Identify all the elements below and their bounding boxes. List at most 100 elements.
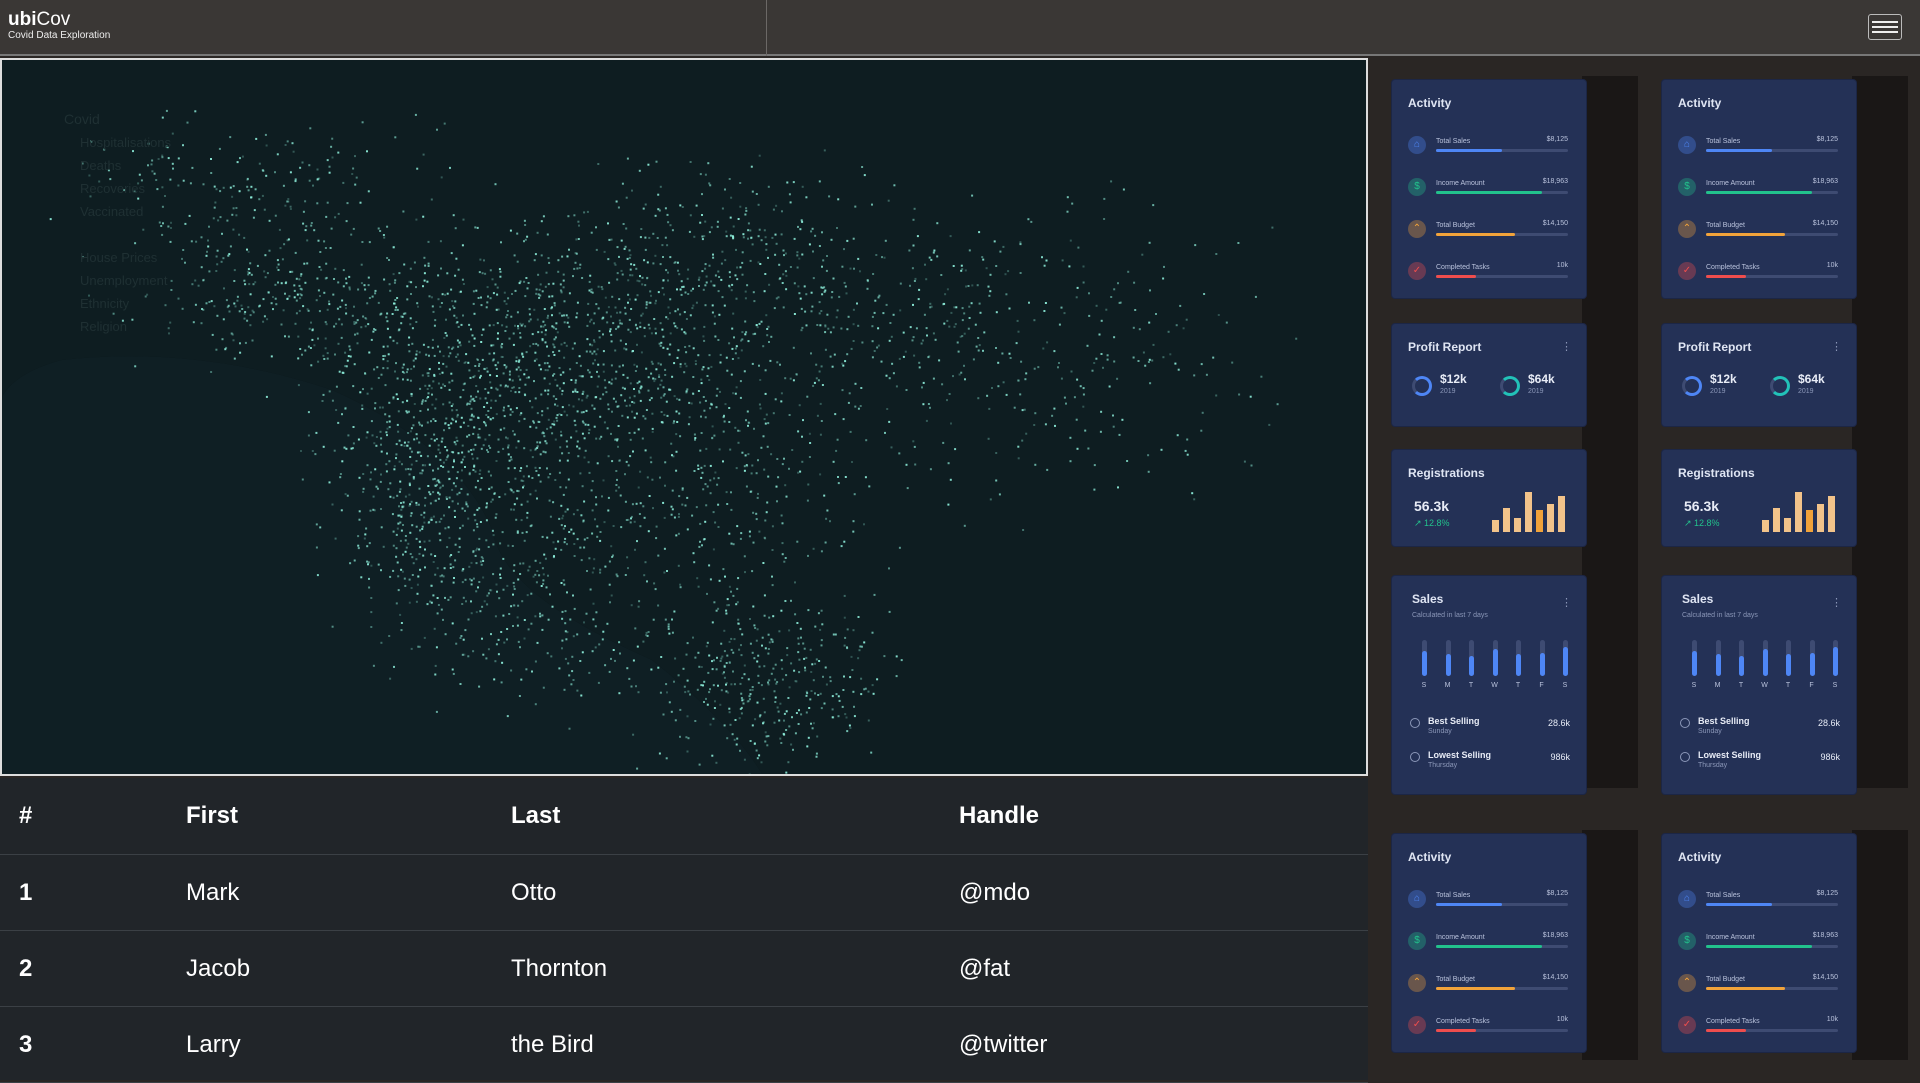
sales-day-label: F bbox=[1809, 682, 1814, 689]
profit-year: 2019 bbox=[1710, 388, 1726, 395]
activity-card: Activity ⌂ Total Sales $8,125 $ Income Amount… bbox=[1392, 834, 1586, 1052]
activity-card: Activity ⌂ Total Sales $8,125 $ Income Amount… bbox=[1392, 80, 1586, 298]
profit-year: 2019 bbox=[1798, 388, 1814, 395]
profit-item: $64k 2019 bbox=[1500, 372, 1580, 400]
map-canvas[interactable] bbox=[2, 60, 1366, 774]
sales-day-label: F bbox=[1539, 682, 1544, 689]
sales-bar-fill bbox=[1786, 654, 1791, 676]
activity-label: Total Budget bbox=[1706, 976, 1745, 983]
sales-bar bbox=[1786, 640, 1791, 676]
table-cell: @mdo bbox=[959, 878, 1031, 906]
progress-track bbox=[1706, 191, 1838, 194]
dashboard-column: Activity ⌂ Total Sales $8,125 $ Income Amount… bbox=[1372, 812, 1642, 1080]
progress-track bbox=[1706, 987, 1838, 990]
table-cell: Mark bbox=[186, 878, 240, 906]
progress-fill bbox=[1706, 149, 1772, 152]
sales-bar-fill bbox=[1833, 647, 1838, 676]
layer-item[interactable]: Religion bbox=[50, 315, 171, 338]
profit-report-card: Profit Report ⋮ $12k 2019 $64k 2019 bbox=[1392, 324, 1586, 426]
activity-value: $14,150 bbox=[1542, 220, 1568, 227]
registrations-bar bbox=[1828, 496, 1835, 532]
target-icon bbox=[1410, 718, 1420, 728]
activity-value: $18,963 bbox=[1542, 932, 1568, 939]
sales-summary-sub: Thursday bbox=[1698, 762, 1728, 769]
registrations-value: 56.3k bbox=[1684, 498, 1720, 514]
table-row: 3 Larry the Bird @twitter bbox=[0, 1007, 1368, 1083]
profit-year: 2019 bbox=[1440, 388, 1456, 395]
sales-bar bbox=[1833, 640, 1838, 676]
sales-bar bbox=[1715, 640, 1721, 676]
layer-item[interactable]: Deaths bbox=[50, 154, 171, 177]
card-title: Sales bbox=[1412, 592, 1444, 606]
progress-fill bbox=[1706, 191, 1812, 194]
activity-row: ⌂ Total Sales $8,125 bbox=[1678, 890, 1838, 920]
activity-row: $ Income Amount $18,963 bbox=[1408, 932, 1568, 962]
sales-bar bbox=[1809, 640, 1815, 676]
activity-row: ⌃ Total Budget $14,150 bbox=[1678, 974, 1838, 1004]
activity-row: ⌂ Total Sales $8,125 bbox=[1408, 890, 1568, 920]
trend-icon: ⌃ bbox=[1408, 974, 1426, 992]
dashboard-column: Activity ⌂ Total Sales $8,125 $ Income Amount… bbox=[1642, 812, 1912, 1080]
profit-item: $64k 2019 bbox=[1770, 372, 1850, 400]
sales-bar-fill bbox=[1715, 654, 1721, 676]
card-title: Registrations bbox=[1408, 466, 1485, 480]
activity-value: $18,963 bbox=[1812, 178, 1838, 185]
registrations-bar bbox=[1492, 520, 1499, 532]
trend-icon: ⌃ bbox=[1678, 220, 1696, 238]
more-icon[interactable]: ⋮ bbox=[1831, 596, 1842, 609]
progress-fill bbox=[1706, 903, 1772, 906]
progress-fill bbox=[1706, 233, 1786, 236]
activity-label: Total Budget bbox=[1436, 222, 1475, 229]
covid-density-map[interactable]: Covid Hospitalisations Deaths Recoveries… bbox=[0, 58, 1368, 776]
registrations-bar bbox=[1525, 492, 1532, 532]
hamburger-menu-icon[interactable] bbox=[1868, 14, 1902, 40]
sales-bar bbox=[1739, 640, 1744, 676]
home-icon: ⌂ bbox=[1408, 890, 1426, 908]
table-row: 2 Jacob Thornton @fat bbox=[0, 931, 1368, 1007]
table-cell: @fat bbox=[959, 954, 1011, 982]
registrations-bar bbox=[1536, 510, 1543, 532]
sales-day-label: S bbox=[1421, 682, 1427, 689]
layer-item[interactable]: Vaccinated bbox=[50, 200, 171, 223]
layer-item[interactable]: House Prices bbox=[50, 246, 171, 269]
brand-logo[interactable]: ubiCov Covid Data Exploration bbox=[8, 10, 110, 42]
activity-row: ⌃ Total Budget $14,150 bbox=[1408, 974, 1568, 1004]
more-icon[interactable]: ⋮ bbox=[1561, 596, 1572, 609]
sales-bar-fill bbox=[1739, 656, 1744, 676]
activity-value: $8,125 bbox=[1816, 890, 1838, 897]
registrations-bar bbox=[1762, 520, 1769, 532]
layer-item[interactable]: Hospitalisations bbox=[50, 131, 171, 154]
layer-item[interactable] bbox=[50, 223, 171, 246]
sales-bar-fill bbox=[1563, 647, 1568, 676]
more-icon[interactable]: ⋮ bbox=[1561, 340, 1572, 353]
column-header: Last bbox=[511, 802, 561, 829]
sales-summary-sub: Sunday bbox=[1698, 728, 1722, 735]
clock-icon bbox=[1680, 752, 1690, 762]
activity-value: $8,125 bbox=[1546, 890, 1568, 897]
layer-item[interactable]: Ethnicity bbox=[50, 292, 171, 315]
table-cell: Larry bbox=[186, 1030, 241, 1058]
column-shadow bbox=[1582, 830, 1638, 1060]
layer-group-covid[interactable]: Covid bbox=[50, 108, 171, 131]
activity-value: 10k bbox=[1556, 262, 1568, 269]
sales-bar bbox=[1762, 640, 1768, 676]
dashboard-column: Activity ⌂ Total Sales $8,125 $ Income Amount… bbox=[1642, 58, 1912, 808]
more-icon[interactable]: ⋮ bbox=[1831, 340, 1842, 353]
home-icon: ⌂ bbox=[1678, 136, 1696, 154]
progress-track bbox=[1706, 233, 1838, 236]
card-title: Profit Report bbox=[1408, 340, 1482, 354]
layer-item[interactable]: Unemployment bbox=[50, 269, 171, 292]
card-title: Activity bbox=[1678, 850, 1722, 864]
sales-summary-value: 28.6k bbox=[1817, 718, 1840, 728]
registrations-bar bbox=[1558, 496, 1565, 532]
home-icon: ⌂ bbox=[1408, 136, 1426, 154]
activity-row: ⌂ Total Sales $8,125 bbox=[1678, 136, 1838, 166]
activity-row: ✓ Completed Tasks 10k bbox=[1408, 1016, 1568, 1046]
sales-bar-fill bbox=[1492, 649, 1498, 676]
dollar-icon: $ bbox=[1408, 932, 1426, 950]
layer-item[interactable]: Recoveries bbox=[50, 177, 171, 200]
card-subtitle: Calculated in last 7 days bbox=[1682, 612, 1758, 619]
table-cell: 3 bbox=[19, 1030, 33, 1058]
activity-label: Total Sales bbox=[1436, 138, 1471, 145]
sales-day-label: T bbox=[1515, 682, 1521, 689]
